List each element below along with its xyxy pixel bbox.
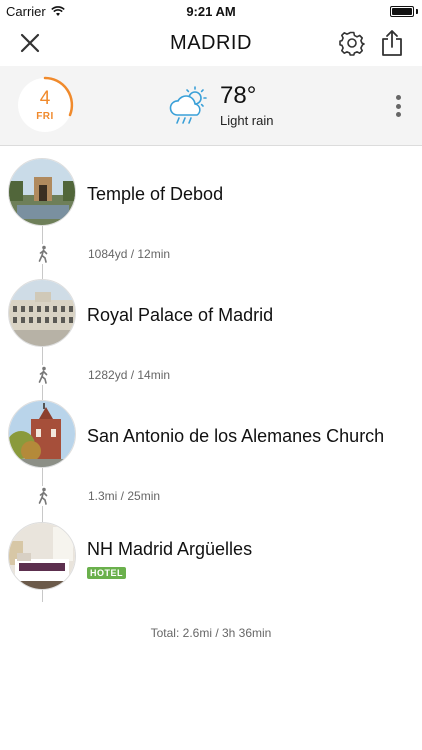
weather-condition: Light rain (220, 113, 274, 128)
battery-icon (390, 6, 414, 17)
more-options-icon[interactable] (391, 93, 405, 119)
stop-photo-church (8, 400, 76, 468)
battery-tip (416, 9, 418, 14)
leg-distance-time: 1.3mi / 25min (88, 489, 161, 503)
stop-name: San Antonio de los Alemanes Church (87, 426, 385, 446)
stop-item[interactable]: Royal Palace of Madrid (0, 279, 422, 351)
stop-photo-temple (8, 158, 76, 226)
walk-icon (34, 486, 52, 506)
cloud-sun-rain-icon (169, 86, 207, 124)
gear-icon[interactable] (339, 30, 365, 56)
stop-item[interactable]: San Antonio de los Alemanes Church (0, 400, 422, 472)
stop-name: Royal Palace of Madrid (87, 305, 274, 325)
day-selector[interactable]: 4 FRI (14, 74, 76, 136)
stop-photo-palace (8, 279, 76, 347)
stop-item[interactable]: Temple of Debod (0, 158, 422, 230)
leg-distance-time: 1084yd / 12min (88, 247, 171, 261)
walk-icon (34, 365, 52, 385)
stop-photo-hotel (8, 522, 76, 590)
leg-item: 1084yd / 12min (0, 240, 422, 268)
leg-distance-time: 1282yd / 14min (88, 368, 171, 382)
share-icon[interactable] (380, 29, 404, 57)
hotel-badge: HOTEL (87, 567, 126, 579)
stop-name: Temple of Debod (87, 184, 224, 204)
status-bar: Carrier 9:21 AM (0, 0, 422, 22)
leg-item: 1282yd / 14min (0, 361, 422, 389)
stop-name: NH Madrid Argüelles (87, 539, 253, 559)
total-summary: Total: 2.6mi / 3h 36min (150, 626, 272, 640)
walk-icon (34, 244, 52, 264)
stop-item[interactable]: NH Madrid Argüelles HOTEL (0, 522, 422, 594)
day-weekday: FRI (36, 111, 54, 122)
weather-temperature: 78° (220, 82, 257, 109)
day-weather-panel: 4 FRI 78° Light rain (0, 66, 422, 146)
leg-item: 1.3mi / 25min (0, 482, 422, 510)
day-number: 4 (39, 88, 51, 109)
status-time: 9:21 AM (186, 4, 236, 19)
nav-bar: MADRID (0, 22, 422, 66)
itinerary-list: Temple of Debod 1084yd / 12min Royal Pal… (0, 147, 422, 750)
